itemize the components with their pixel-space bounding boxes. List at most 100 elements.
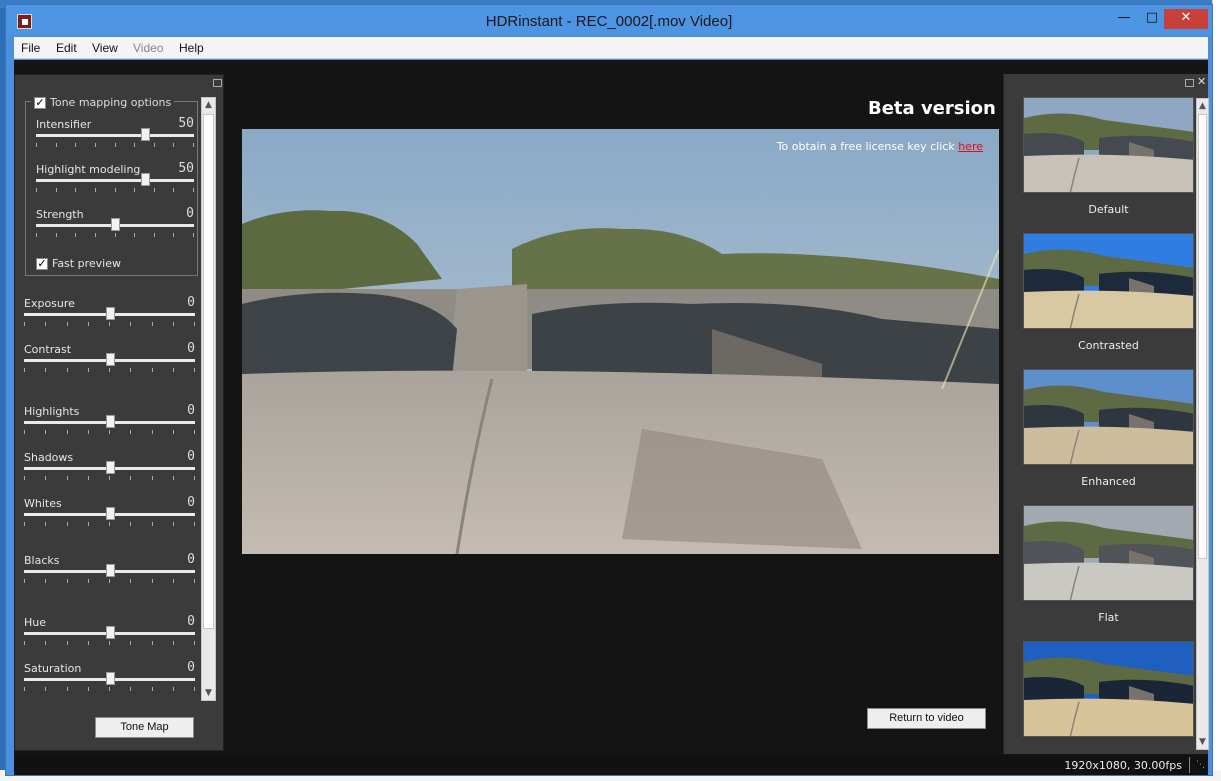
highlights-thumb[interactable] bbox=[105, 415, 115, 428]
scrollbar-thumb[interactable] bbox=[1198, 114, 1207, 559]
menu-bar: File Edit View Video Help bbox=[14, 37, 1208, 59]
preset-item[interactable]: Enhanced bbox=[1023, 369, 1194, 488]
float-panel-icon[interactable] bbox=[1185, 79, 1194, 87]
preset-label: Contrasted bbox=[1078, 339, 1139, 352]
highlights-ticks bbox=[24, 430, 195, 434]
scroll-down-arrow[interactable]: ▼ bbox=[1197, 735, 1208, 749]
highlights-label: Highlights bbox=[24, 405, 80, 418]
saturation-thumb[interactable] bbox=[105, 672, 115, 685]
scrollbar-thumb[interactable] bbox=[203, 114, 214, 629]
intensifier-value: 50 bbox=[178, 116, 194, 131]
scroll-up-arrow[interactable]: ▲ bbox=[1197, 99, 1208, 113]
preset-item[interactable]: Contrasted bbox=[1023, 233, 1194, 352]
menu-video[interactable]: Video bbox=[133, 41, 163, 55]
status-bar: 1920x1080, 30.00fps ⋱ bbox=[14, 755, 1208, 775]
strength-ticks bbox=[36, 233, 194, 237]
saturation-slider[interactable]: Saturation 0 bbox=[24, 660, 195, 692]
hue-thumb[interactable] bbox=[105, 626, 115, 639]
shadows-thumb[interactable] bbox=[105, 461, 115, 474]
close-panel-icon[interactable]: ✕ bbox=[1197, 75, 1206, 88]
minimize-button[interactable]: — bbox=[1110, 9, 1138, 29]
exposure-value: 0 bbox=[187, 295, 195, 310]
contrast-slider[interactable]: Contrast 0 bbox=[24, 341, 195, 373]
exposure-thumb[interactable] bbox=[105, 307, 115, 320]
tone-mapping-group: ✓ Tone mapping options Intensifier 50 High… bbox=[25, 96, 198, 276]
menu-help[interactable]: Help bbox=[179, 41, 204, 55]
adjustments-scrollbar[interactable]: ▲ ▼ bbox=[201, 97, 216, 701]
license-link[interactable]: here bbox=[958, 140, 983, 153]
preset-item[interactable] bbox=[1023, 641, 1194, 737]
beta-version-label: Beta version bbox=[868, 98, 996, 119]
shadows-slider[interactable]: Shadows 0 bbox=[24, 449, 195, 481]
video-preview-image: To obtain a free license key click here bbox=[242, 129, 999, 554]
preset-item[interactable]: Default bbox=[1023, 97, 1194, 216]
hue-label: Hue bbox=[24, 616, 47, 629]
preset-thumbnail[interactable] bbox=[1023, 505, 1194, 601]
resize-grip-icon[interactable]: ⋱ bbox=[1196, 760, 1205, 770]
preset-thumbnail[interactable] bbox=[1023, 641, 1194, 737]
fast-preview-checkbox[interactable]: ✓ bbox=[36, 257, 48, 270]
highlights-value: 0 bbox=[187, 403, 195, 418]
highlight-modeling-slider[interactable]: Highlight modeling 50 bbox=[36, 161, 194, 193]
preset-item[interactable]: Flat bbox=[1023, 505, 1194, 624]
tone-mapping-label: Tone mapping options bbox=[50, 96, 172, 109]
contrast-thumb[interactable] bbox=[105, 353, 115, 366]
highlights-slider[interactable]: Highlights 0 bbox=[24, 403, 195, 435]
highlight-modeling-label: Highlight modeling bbox=[36, 163, 141, 176]
whites-thumb[interactable] bbox=[105, 507, 115, 520]
highlight-modeling-thumb[interactable] bbox=[141, 173, 151, 186]
presets-scrollbar[interactable]: ▲ ▼ bbox=[1196, 98, 1209, 750]
main-area: ✓ Tone mapping options Intensifier 50 High… bbox=[14, 60, 1209, 775]
whites-slider[interactable]: Whites 0 bbox=[24, 495, 195, 527]
blacks-thumb[interactable] bbox=[105, 564, 115, 577]
scroll-down-arrow[interactable]: ▼ bbox=[202, 686, 215, 700]
saturation-value: 0 bbox=[187, 660, 195, 675]
contrast-ticks bbox=[24, 368, 195, 372]
exposure-slider[interactable]: Exposure 0 bbox=[24, 295, 195, 327]
shadows-label: Shadows bbox=[24, 451, 74, 464]
highlight-modeling-value: 50 bbox=[178, 161, 194, 176]
exposure-label: Exposure bbox=[24, 297, 75, 310]
whites-label: Whites bbox=[24, 497, 62, 510]
strength-value: 0 bbox=[186, 206, 194, 221]
whites-value: 0 bbox=[187, 495, 195, 510]
hue-slider[interactable]: Hue 0 bbox=[24, 614, 195, 646]
preset-thumbnail[interactable] bbox=[1023, 369, 1194, 465]
saturation-ticks bbox=[24, 687, 195, 691]
adjustments-panel: ✓ Tone mapping options Intensifier 50 High… bbox=[14, 74, 224, 751]
saturation-label: Saturation bbox=[24, 662, 82, 675]
tone-mapping-checkbox[interactable]: ✓ bbox=[34, 96, 46, 109]
status-separator bbox=[1189, 757, 1190, 773]
intensifier-slider[interactable]: Intensifier 50 bbox=[36, 116, 194, 148]
close-button[interactable]: ✕ bbox=[1164, 9, 1208, 29]
preset-label: Flat bbox=[1098, 611, 1119, 624]
window-title: HDRinstant - REC_0002[.mov Video] bbox=[485, 13, 733, 30]
blacks-slider[interactable]: Blacks 0 bbox=[24, 552, 195, 584]
preset-thumbnail[interactable] bbox=[1023, 97, 1194, 193]
highlight-modeling-track[interactable] bbox=[36, 179, 194, 182]
license-notice: To obtain a free license key click here bbox=[777, 140, 983, 153]
tone-map-button[interactable]: Tone Map bbox=[95, 717, 194, 738]
strength-label: Strength bbox=[36, 208, 84, 221]
hue-value: 0 bbox=[187, 614, 195, 629]
preset-thumbnail[interactable] bbox=[1023, 233, 1194, 329]
float-panel-icon[interactable] bbox=[213, 79, 222, 87]
menu-view[interactable]: View bbox=[92, 41, 118, 55]
contrast-label: Contrast bbox=[24, 343, 72, 356]
scroll-up-arrow[interactable]: ▲ bbox=[202, 98, 215, 112]
fast-preview-label: Fast preview bbox=[52, 257, 121, 270]
background-window-edge bbox=[1212, 0, 1221, 781]
contrast-value: 0 bbox=[187, 341, 195, 356]
blacks-ticks bbox=[24, 579, 195, 583]
shadows-ticks bbox=[24, 476, 195, 480]
return-to-video-button[interactable]: Return to video bbox=[867, 708, 986, 729]
menu-edit[interactable]: Edit bbox=[56, 41, 77, 55]
intensifier-thumb[interactable] bbox=[141, 128, 151, 141]
maximize-button[interactable]: □ bbox=[1138, 9, 1166, 29]
video-info: 1920x1080, 30.00fps bbox=[1064, 759, 1182, 772]
menu-file[interactable]: File bbox=[21, 41, 40, 55]
intensifier-track[interactable] bbox=[36, 134, 194, 137]
presets-panel: ✕ Default Contrasted Enhanced Flat ▲ ▼ bbox=[1003, 74, 1209, 754]
strength-slider[interactable]: Strength 0 bbox=[36, 206, 194, 238]
strength-thumb[interactable] bbox=[111, 218, 120, 231]
